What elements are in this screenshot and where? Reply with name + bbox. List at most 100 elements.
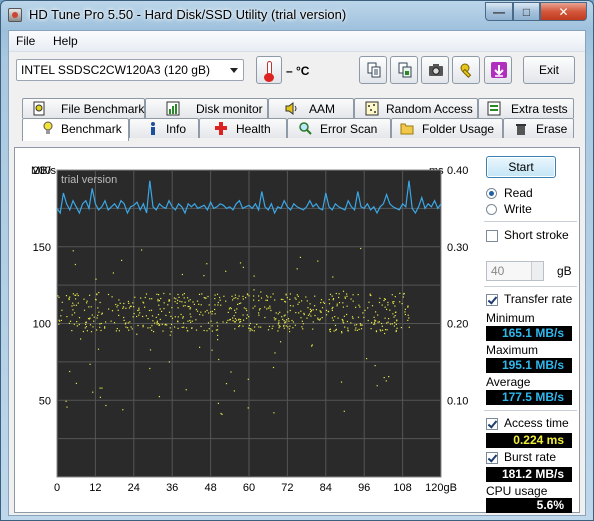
title-bar[interactable]: HD Tune Pro 5.50 - Hard Disk/SSD Utility… [1,1,593,29]
write-radio[interactable] [486,204,497,215]
access-time-dot [334,324,337,326]
access-time-dot [394,305,396,307]
access-time-dot [266,295,268,297]
access-time-dot [186,327,188,329]
tab-random-access[interactable]: Random Access [354,98,478,118]
access-time-dot [196,310,199,312]
access-time-dot [136,315,138,318]
access-time-dot [356,329,358,331]
download-button[interactable] [484,56,512,84]
access-time-dot [264,306,266,308]
tab-error-scan[interactable]: Error Scan [287,118,391,138]
access-time-dot [396,320,398,322]
access-time-dot [65,295,68,297]
y-left-tick-label: 200 [33,165,51,177]
access-time-dot [287,318,290,320]
access-time-dot [233,315,235,317]
transfer-rate-checkbox[interactable] [486,294,498,306]
access-time-dot [177,307,179,309]
access-time-dot [145,315,147,317]
access-time-dot [254,326,256,328]
tab-disk-monitor[interactable]: Disk monitor [145,98,268,118]
access-time-dot [258,312,260,314]
options-button[interactable] [452,56,480,84]
tab-health[interactable]: Health [199,118,287,138]
access-time-dot [210,311,212,313]
menu-help[interactable]: Help [53,34,78,48]
access-time-dot [334,316,336,318]
access-time-dot [404,313,406,316]
drive-select[interactable]: INTEL SSDSC2CW120A3 (120 gB) [16,59,244,81]
short-stroke-checkbox[interactable] [486,230,498,242]
access-time-dot [233,297,235,299]
camera-icon [429,64,443,76]
access-time-dot [215,329,217,331]
start-button[interactable]: Start [486,156,556,178]
tab-folder-usage[interactable]: Folder Usage [391,118,503,138]
access-time-dot [278,325,280,327]
access-time-dot [277,313,279,315]
access-time-dot [375,311,377,313]
access-time-dot [112,272,114,274]
access-time-dot [248,295,250,297]
benchmark-chart: MB/s ms trial version 012243648607284961… [15,148,478,514]
access-time-dot [131,328,133,330]
short-stroke-stepper[interactable]: 40 [486,261,544,281]
access-time-checkbox[interactable] [486,418,498,430]
access-time-dot [217,339,219,341]
tab-info[interactable]: Info [129,118,199,138]
access-time-dot [190,321,192,323]
access-time-dot [142,324,144,326]
short-stroke-unit: gB [557,264,572,278]
access-time-dot [285,294,287,296]
access-time-dot [157,300,159,302]
menu-file[interactable]: File [16,34,35,48]
access-time-dot [100,322,102,325]
access-time-dot [97,348,100,350]
menu-bar: File Help [9,31,585,52]
stepper-up-icon[interactable] [531,262,543,271]
access-time-dot [154,322,156,324]
access-time-dot [80,338,82,340]
tab-aam[interactable]: AAM [268,98,354,118]
access-time-dot [130,305,132,307]
access-time-dot [203,275,205,277]
tab-erase[interactable]: Erase [503,118,574,138]
access-time-dot [198,293,201,295]
stepper-down-icon[interactable] [531,271,543,280]
maximize-button[interactable]: □ [513,2,540,21]
screenshot-button[interactable] [421,56,449,84]
read-radio[interactable] [486,188,497,199]
maximum-label: Maximum [486,343,539,357]
access-time-dot [60,315,62,317]
access-time-dot [85,321,87,323]
close-button[interactable]: ✕ [540,2,587,21]
tab-benchmark[interactable]: Benchmark [22,118,129,141]
tab-extra-tests[interactable]: Extra tests [478,98,574,118]
access-time-dot [287,326,289,328]
access-time-dot [164,324,166,326]
access-time-dot [96,317,98,319]
access-time-dot [199,346,201,348]
y-right-tick-label: 0.40 [447,165,468,177]
access-time-dot [85,323,87,325]
access-time-dot [346,320,348,323]
access-time-dot [177,299,179,301]
access-time-dot [75,298,77,300]
access-time-dot [312,321,314,323]
temperature-button[interactable] [256,56,282,84]
access-time-dot [242,266,244,268]
access-time-dot [329,328,331,330]
copy-screenshot-button[interactable] [390,56,418,84]
x-tick-label: 72 [281,482,293,494]
access-time-dot [301,300,303,302]
burst-rate-checkbox[interactable] [486,452,498,464]
exit-button[interactable]: Exit [523,56,575,84]
access-time-dot [258,326,260,328]
tab-file-benchmark[interactable]: File Benchmark [22,98,145,118]
access-time-dot [226,321,228,323]
copy-info-button[interactable] [359,56,387,84]
access-time-dot [278,327,280,329]
minimize-button[interactable]: — [485,2,513,21]
tab-label: Folder Usage [422,122,495,136]
